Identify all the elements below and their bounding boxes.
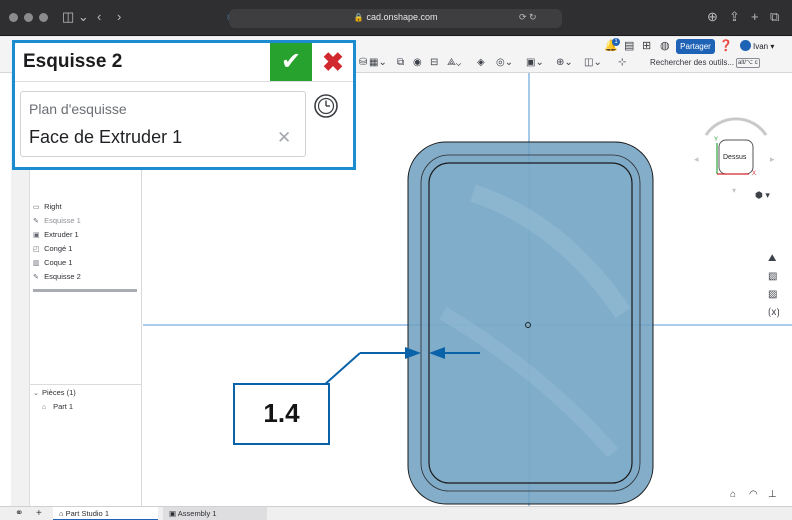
address-bar[interactable]: 🔒 cad.onshape.com — [229, 9, 562, 28]
shortcut-hint: alt/⌥ c — [736, 58, 760, 68]
view-cube-label: Dessus — [723, 154, 747, 161]
share-icon[interactable]: ⇪ — [729, 9, 740, 25]
tool-frame-icon[interactable]: ◫⌄ — [584, 56, 602, 69]
sketch-plane-label: Plan d'esquisse — [29, 101, 127, 117]
user-name: Ivan — [753, 42, 769, 51]
tool-custom-icon[interactable]: ⊹ — [618, 56, 626, 69]
tool-boolean-icon[interactable]: ◉ — [413, 56, 422, 69]
x-axis-label: X — [752, 171, 757, 177]
new-tab-icon[interactable]: + — [751, 9, 759, 25]
sketch-dialog: Esquisse 2 ✔ ✖ Plan d'esquisse Face de E… — [12, 40, 356, 170]
tool-mate-icon[interactable]: ◎⌄ — [496, 56, 513, 69]
close-icon: ✖ — [322, 47, 344, 77]
sketch-icon: ✎ — [33, 218, 39, 225]
document-icon[interactable]: ▤ — [624, 40, 634, 53]
part-icon: ⌂ — [42, 404, 47, 411]
zoom-window-button[interactable] — [39, 13, 48, 22]
tree-item-extruder-1[interactable]: ▣ Extruder 1 — [33, 230, 79, 241]
dimension-value: 1.4 — [263, 398, 300, 428]
notification-badge: 1 — [612, 38, 620, 46]
tree-item-right[interactable]: ▭ Right — [33, 202, 62, 213]
add-tab-icon[interactable]: + — [36, 507, 42, 520]
clear-selection-icon[interactable]: ✕ — [277, 128, 291, 148]
tool-split-icon[interactable]: ▦⌄ — [369, 56, 387, 69]
view-arc — [704, 117, 768, 136]
sketch-plane-value: Face de Extruder 1 — [29, 127, 183, 147]
avatar — [740, 40, 751, 51]
measure-icon[interactable]: ⌂ — [730, 489, 736, 500]
app-store-icon[interactable]: ◍ — [660, 40, 670, 53]
sketch-icon: ✎ — [33, 274, 39, 281]
check-icon: ✔ — [280, 48, 302, 75]
parts-divider — [30, 384, 142, 385]
tree-item-esquisse-2[interactable]: ✎ Esquisse 2 — [33, 272, 81, 283]
history-icon[interactable] — [313, 93, 339, 119]
lock-icon: 🔒 — [353, 13, 364, 22]
close-window-button[interactable] — [9, 13, 18, 22]
appearance-icon[interactable]: ⛰ — [768, 253, 776, 265]
fx-icon[interactable]: ⟮x⟯ — [768, 307, 780, 319]
dialog-title: Esquisse 2 — [23, 51, 123, 72]
shell-icon: ▥ — [33, 260, 40, 267]
sidebar-toggle-icon[interactable]: ◫ ⌄ — [62, 9, 89, 25]
downloads-icon[interactable]: ⊕ — [707, 9, 718, 25]
cancel-button[interactable]: ✖ — [313, 43, 353, 81]
extrude-icon: ▣ — [33, 232, 40, 239]
search-tools-label: Rechercher des outils... — [650, 58, 735, 67]
tool-plane-icon[interactable]: ◈ — [477, 56, 485, 69]
tree-item-conge-1[interactable]: ◰ Congé 1 — [33, 244, 72, 255]
versions-icon[interactable]: ⊞ — [642, 40, 651, 53]
tab-assembly-1[interactable]: ▣ Assembly 1 — [163, 507, 267, 520]
y-axis-label: Y — [714, 137, 719, 143]
reload-icon[interactable]: ⟳ ↻ — [519, 9, 537, 25]
rollback-bar[interactable] — [33, 289, 137, 292]
forward-icon[interactable]: › — [117, 9, 121, 25]
back-icon[interactable]: ‹ — [97, 9, 101, 25]
tool-surface-icon[interactable]: ⊕⌄ — [556, 56, 573, 69]
mass-properties-icon[interactable]: ⊥ — [768, 489, 777, 500]
fillet-icon: ◰ — [33, 246, 40, 253]
tab-part-studio-1[interactable]: ⌂ Part Studio 1 — [53, 507, 158, 520]
dimension-input-box[interactable]: 1.4 — [233, 383, 330, 445]
rotate-left-icon[interactable]: ◂ — [694, 154, 699, 164]
leader-line — [322, 352, 361, 387]
rotate-down-icon[interactable]: ▾ — [732, 186, 736, 195]
tool-mirror-icon[interactable]: ⟁⌄ — [447, 56, 461, 69]
chevron-down-icon: ⌄ — [33, 390, 39, 397]
help-icon[interactable]: ❓ — [719, 40, 733, 53]
parts-header[interactable]: ⌄ Pièces (1) — [33, 388, 76, 399]
dialog-divider — [15, 81, 353, 82]
tool-pattern-icon[interactable]: ⊟ — [430, 56, 438, 69]
tree-item-esquisse-1[interactable]: ✎ Esquisse 1 — [33, 216, 81, 227]
tool-sheetmetal-icon[interactable]: ▣⌄ — [526, 56, 544, 69]
tool-hole-icon[interactable]: ⛁ — [359, 56, 367, 69]
rotate-right-icon[interactable]: ▸ — [770, 154, 775, 164]
configurations-icon[interactable]: ▨ — [768, 289, 777, 301]
plane-icon: ▭ — [33, 204, 40, 211]
sketch-plane-field[interactable]: Plan d'esquisse Face de Extruder 1 ✕ — [20, 91, 306, 157]
url-text: cad.onshape.com — [366, 12, 438, 22]
browser-chrome: ◫ ⌄ ‹ › ♁ 🔒cad.onshape.com ⟳ ↻ ⊕ ⇪ + ⧉ — [0, 0, 792, 36]
search-tools-field[interactable]: Rechercher des outils... alt/⌥ c — [650, 56, 786, 70]
tree-item-coque-1[interactable]: ▥ Coque 1 — [33, 258, 72, 269]
minimize-window-button[interactable] — [24, 13, 33, 22]
section-view-icon[interactable]: ◠ — [749, 489, 758, 500]
display-mode-icon[interactable]: ⬢ ▾ — [755, 190, 770, 201]
onshape-app: 🔔 1 ▤ ⊞ ◍ Partager ❓ Ivan ▾ ⛁ ▦⌄ ⧉ ◉ ⊟ ⟁… — [0, 37, 792, 520]
part-studio-icon: ⌂ — [59, 509, 66, 518]
screen: ◫ ⌄ ‹ › ♁ 🔒cad.onshape.com ⟳ ↻ ⊕ ⇪ + ⧉ 🔔… — [0, 0, 792, 520]
accept-button[interactable]: ✔ — [270, 43, 312, 81]
tool-transform-icon[interactable]: ⧉ — [397, 56, 404, 69]
tab-bar: ⚭ + ⌂ Part Studio 1 ▣ Assembly 1 — [0, 506, 792, 520]
assembly-icon: ▣ — [169, 509, 178, 518]
user-menu[interactable]: Ivan ▾ — [740, 40, 774, 53]
tab-overview-icon[interactable]: ⧉ — [770, 9, 779, 25]
tab-manager-icon[interactable]: ⚭ — [15, 507, 23, 520]
share-button[interactable]: Partager — [676, 39, 715, 54]
tree-item-part-1[interactable]: ⌂ Part 1 — [42, 402, 73, 413]
variables-icon[interactable]: ▧ — [768, 271, 777, 283]
